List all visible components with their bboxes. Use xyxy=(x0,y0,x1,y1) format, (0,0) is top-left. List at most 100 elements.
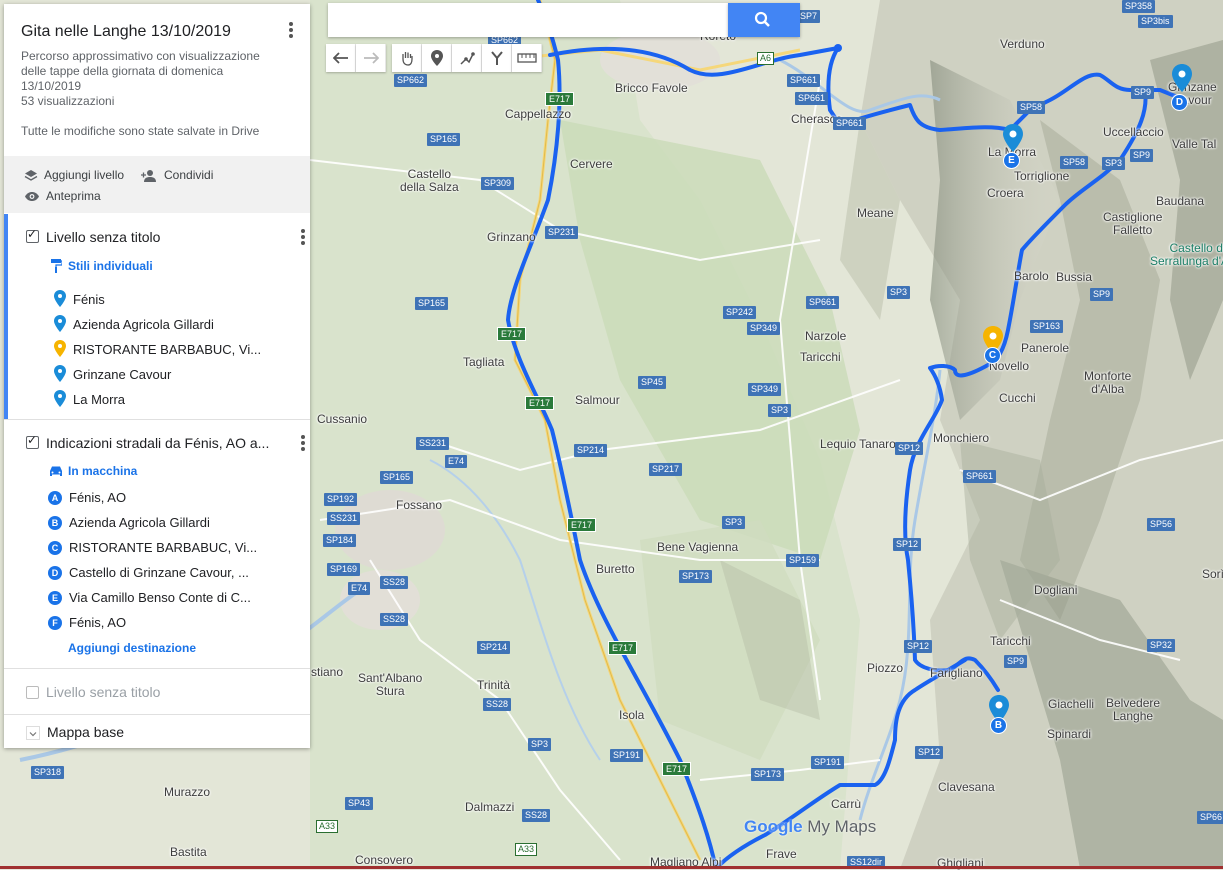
draw-line-button[interactable] xyxy=(452,44,482,72)
route-stop[interactable]: B Azienda Agricola Gillardi xyxy=(48,515,210,530)
place-label: Monchiero xyxy=(933,431,990,445)
route-stop[interactable]: A Fénis, AO xyxy=(48,490,126,505)
place-label: Meane xyxy=(857,206,894,220)
place-label: Verduno xyxy=(1000,37,1045,51)
road-shield: SP173 xyxy=(751,768,785,781)
layer-3-checkbox[interactable] xyxy=(26,686,39,699)
route-marker-c[interactable]: C xyxy=(984,347,1001,364)
layers-icon xyxy=(24,169,38,181)
road-shield: SP191 xyxy=(610,749,644,762)
view-count: 53 visualizzazioni xyxy=(21,94,115,108)
road-shield: SP43 xyxy=(345,797,374,810)
place-label: Bastita xyxy=(170,845,207,859)
stop-label: Fénis, AO xyxy=(69,615,127,630)
individual-styles-link[interactable]: Stili individuali xyxy=(50,258,153,273)
euro-route-shield: E717 xyxy=(567,518,597,532)
motorway-shield: A33 xyxy=(515,843,538,856)
road-shield: SP309 xyxy=(481,177,515,190)
road-shield: SP214 xyxy=(574,444,608,457)
euro-route-shield: E717 xyxy=(525,396,555,410)
layer-1-menu-icon[interactable] xyxy=(301,229,305,247)
map-pin-la-morra[interactable] xyxy=(1003,124,1023,154)
road-shield: SP214 xyxy=(477,641,511,654)
place-label: Carrù xyxy=(831,797,862,811)
place-label: Taricchi xyxy=(990,634,1031,648)
preview-button[interactable]: Anteprima xyxy=(24,189,101,203)
search-input[interactable] xyxy=(328,3,728,37)
route-stop[interactable]: C RISTORANTE BARBABUC, Vi... xyxy=(48,540,257,555)
road-shield: SS28 xyxy=(483,698,512,711)
place-label: Buretto xyxy=(596,562,635,576)
place-label: Castiglione Falletto xyxy=(1103,210,1163,237)
route-marker-b[interactable]: B xyxy=(990,717,1007,734)
stop-label: Azienda Agricola Gillardi xyxy=(69,515,210,530)
layer-item-label: Fénis xyxy=(73,291,105,307)
layer-item[interactable]: La Morra xyxy=(50,390,125,408)
travel-mode-link[interactable]: In macchina xyxy=(48,464,137,478)
base-map-toggle[interactable] xyxy=(26,726,40,740)
layer-2-checkbox[interactable] xyxy=(26,433,39,449)
chevron-down-icon xyxy=(29,732,37,737)
road-shield: SS28 xyxy=(380,576,409,589)
road-shield: SP9 xyxy=(1090,288,1114,301)
divider xyxy=(4,668,310,669)
individual-styles-label: Stili individuali xyxy=(68,258,153,273)
directions-button[interactable] xyxy=(482,44,512,72)
map-description: Percorso approssimativo con visualizzazi… xyxy=(21,49,260,93)
redo-button[interactable] xyxy=(356,44,386,72)
euro-route-shield: E717 xyxy=(497,327,527,341)
map-title[interactable]: Gita nelle Langhe 13/10/2019 xyxy=(21,23,231,41)
road-shield: SP3 xyxy=(722,516,746,529)
place-label: Lequio Tanaro xyxy=(820,437,896,451)
route-stop[interactable]: D Castello di Grinzane Cavour, ... xyxy=(48,565,249,580)
search-button[interactable] xyxy=(728,3,800,37)
road-shield: E74 xyxy=(445,455,468,468)
layer-item[interactable]: Grinzane Cavour xyxy=(50,365,171,383)
route-stop[interactable]: E Via Camillo Benso Conte di C... xyxy=(48,590,251,605)
add-destination-link[interactable]: Aggiungi destinazione xyxy=(68,641,196,655)
road-shield: SP58 xyxy=(1060,156,1089,169)
road-shield: SP173 xyxy=(679,570,713,583)
layer-3-title[interactable]: Livello senza titolo xyxy=(46,684,160,700)
stop-letter-badge: E xyxy=(48,590,62,605)
measure-button[interactable] xyxy=(512,44,542,72)
directions-icon xyxy=(490,51,503,65)
blue-pin-icon xyxy=(54,315,66,332)
layer-1-checkbox[interactable] xyxy=(26,227,39,243)
stop-letter-badge: A xyxy=(48,490,62,505)
ruler-icon xyxy=(516,53,537,63)
add-layer-button[interactable]: Aggiungi livello xyxy=(24,168,124,182)
base-map-label[interactable]: Mappa base xyxy=(47,724,124,740)
layer-item[interactable]: RISTORANTE BARBABUC, Vi... xyxy=(50,340,261,358)
share-button[interactable]: Condividi xyxy=(140,168,213,182)
road-shield: SP12 xyxy=(893,538,922,551)
layer-2-menu-icon[interactable] xyxy=(301,435,305,453)
layer-1-title[interactable]: Livello senza titolo xyxy=(46,229,160,245)
road-shield: SP165 xyxy=(427,133,461,146)
pan-tool-button[interactable] xyxy=(392,44,422,72)
route-marker-e[interactable]: E xyxy=(1003,152,1020,169)
add-marker-button[interactable] xyxy=(422,44,452,72)
place-label: Spinardi xyxy=(1047,727,1092,741)
road-shield: SP7 xyxy=(797,10,821,23)
road-shield: SP163 xyxy=(1030,320,1064,333)
route-marker-d[interactable]: D xyxy=(1171,94,1188,111)
layer-2: Indicazioni stradali da Fénis, AO a... I… xyxy=(4,420,310,668)
road-shield: E74 xyxy=(348,582,371,595)
layer-2-title[interactable]: Indicazioni stradali da Fénis, AO a... xyxy=(46,435,269,451)
layer-item[interactable]: Fénis xyxy=(50,290,105,308)
map-options-menu-icon[interactable] xyxy=(289,22,293,40)
place-label: Grinzano xyxy=(487,230,536,244)
motorway-shield: A6 xyxy=(757,52,775,65)
road-shield: SP165 xyxy=(415,297,449,310)
blue-pin-icon xyxy=(54,290,66,307)
road-shield: SP45 xyxy=(638,376,667,389)
road-shield: SS28 xyxy=(522,809,551,822)
road-shield: SP3 xyxy=(528,738,552,751)
undo-button[interactable] xyxy=(326,44,356,72)
map-pin-grinzane[interactable] xyxy=(1172,64,1192,94)
layer-1: Livello senza titolo Stili individuali F… xyxy=(4,214,314,419)
layer-item[interactable]: Azienda Agricola Gillardi xyxy=(50,315,214,333)
euro-route-shield: E717 xyxy=(662,762,692,776)
route-stop[interactable]: F Fénis, AO xyxy=(48,615,126,630)
